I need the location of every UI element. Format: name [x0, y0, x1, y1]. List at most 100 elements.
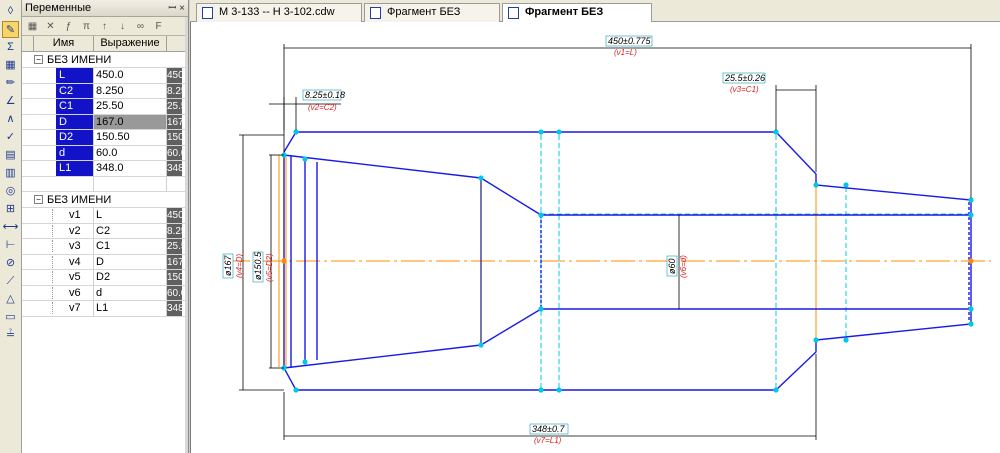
- variable-name-cell[interactable]: D2: [34, 130, 94, 145]
- variable-expr-cell[interactable]: 8.250: [94, 83, 167, 98]
- row-spacer: [22, 239, 34, 254]
- angle-tool-icon[interactable]: ∠: [2, 93, 19, 110]
- edit-tool-icon[interactable]: ✓: [2, 129, 19, 146]
- panel-pin-close-icon[interactable]: ꟷ ×: [168, 1, 185, 17]
- link-name: v7: [52, 302, 81, 314]
- panel-scrollbar[interactable]: [185, 17, 188, 453]
- function-icon[interactable]: ƒ: [61, 19, 76, 34]
- variable-name-cell[interactable]: L: [34, 68, 94, 83]
- group-header[interactable]: − БЕЗ ИМЕНИ: [22, 52, 188, 68]
- variable-row[interactable]: C28.2508.25: [22, 83, 188, 99]
- variable-expr-cell[interactable]: 60.0: [94, 145, 167, 160]
- pi-icon[interactable]: π: [79, 19, 94, 34]
- link-name: v6: [52, 286, 81, 299]
- link-expr-cell[interactable]: d: [94, 285, 167, 300]
- dim-bottom-value[interactable]: 348±0.7: [532, 424, 565, 434]
- variable-expr-cell[interactable]: 25.50: [94, 99, 167, 114]
- link-icon[interactable]: ∞: [133, 19, 148, 34]
- link-row[interactable]: v3 C125.5: [22, 239, 188, 255]
- dimension-tool-icon[interactable]: Σ: [2, 39, 19, 56]
- spec-tool-icon[interactable]: ▥: [2, 165, 19, 182]
- new-variable-icon[interactable]: ▦: [25, 19, 40, 34]
- dim-total-value[interactable]: 450±0.775: [608, 36, 651, 46]
- radial-dim-icon[interactable]: ⊘: [2, 255, 19, 272]
- link-expr-cell[interactable]: L1: [94, 301, 167, 316]
- dim-chamfer-value[interactable]: 8.25±0.18: [305, 90, 345, 100]
- shaft-drawing[interactable]: 450±0.775 (v1=L) 25.5±0.26 (v3=C1) 8.25±…: [191, 22, 1000, 453]
- report-tool-icon[interactable]: ◎: [2, 183, 19, 200]
- variable-name-cell[interactable]: d: [34, 145, 94, 160]
- variable-expr-cell[interactable]: 167.0: [94, 114, 167, 129]
- variable-name-cell[interactable]: C1: [34, 99, 94, 114]
- hatch-tool-icon[interactable]: ⟷: [2, 219, 19, 236]
- variable-expr-cell[interactable]: 450.0: [94, 68, 167, 83]
- empty-row[interactable]: [22, 176, 188, 192]
- link-row[interactable]: v1 L 450: [22, 208, 188, 224]
- variable-value-cell: 150: [167, 130, 182, 145]
- tab-fragment-2[interactable]: Фрагмент БЕЗ ИМЕНИ1: [502, 3, 652, 35]
- select-tool-icon[interactable]: ◊: [2, 3, 19, 20]
- variable-row[interactable]: D2 150.50 150: [22, 130, 188, 146]
- collapse-icon[interactable]: −: [34, 55, 43, 64]
- variable-expr-cell[interactable]: 348.0: [94, 161, 167, 176]
- link-name-cell[interactable]: v6: [34, 285, 94, 300]
- link-row[interactable]: v5 D2 150: [22, 270, 188, 286]
- link-row[interactable]: v6 d60.0: [22, 285, 188, 301]
- drawing-canvas[interactable]: 450±0.775 (v1=L) 25.5±0.26 (v3=C1) 8.25±…: [190, 22, 1000, 453]
- link-value-cell: 150: [167, 270, 182, 285]
- link-name-cell[interactable]: v5: [34, 270, 94, 285]
- link-expr-cell[interactable]: D2: [94, 270, 167, 285]
- triangle-tool-icon[interactable]: △: [2, 291, 19, 308]
- variable-name-cell[interactable]: D: [34, 114, 94, 129]
- variable-row[interactable]: L1 348.0 348: [22, 161, 188, 177]
- tab-fragment-1[interactable]: Фрагмент БЕЗ ИМЕНИ1: [364, 3, 500, 35]
- sign-tool-icon[interactable]: ≟: [2, 327, 19, 344]
- move-up-icon[interactable]: ↑: [97, 19, 112, 34]
- link-expr-cell[interactable]: D: [94, 254, 167, 269]
- dim-bottom-sub: (v7=L1): [534, 436, 562, 445]
- col-name-header[interactable]: Имя: [34, 36, 94, 51]
- link-name-cell[interactable]: v4: [34, 254, 94, 269]
- linear-dim-icon[interactable]: ⊢: [2, 237, 19, 254]
- link-name-cell[interactable]: v3: [34, 239, 94, 254]
- dim-dia167-value[interactable]: ø167: [223, 254, 233, 276]
- dim-step-value[interactable]: 25.5±0.26: [724, 73, 765, 83]
- variable-name-cell[interactable]: C2: [34, 83, 94, 98]
- measure-tool-icon[interactable]: ∧: [2, 111, 19, 128]
- link-name-cell[interactable]: v1: [34, 208, 94, 223]
- param-tool-icon[interactable]: ⊞: [2, 201, 19, 218]
- document-tool-icon[interactable]: ▤: [2, 147, 19, 164]
- grid-tool-icon[interactable]: ▦: [2, 57, 19, 74]
- link-name-cell[interactable]: v2: [34, 223, 94, 238]
- move-down-icon[interactable]: ↓: [115, 19, 130, 34]
- geometry-tool-icon[interactable]: ✎: [2, 21, 19, 38]
- recalc-icon[interactable]: F: [151, 19, 166, 34]
- variable-name-cell[interactable]: L1: [34, 161, 94, 176]
- link-row[interactable]: v4 D 167: [22, 254, 188, 270]
- collapse-icon[interactable]: −: [34, 195, 43, 204]
- variable-row[interactable]: C125.5025.5: [22, 99, 188, 115]
- link-expr-cell[interactable]: L: [94, 208, 167, 223]
- drawing-icon: [202, 7, 213, 19]
- variable-expr-cell[interactable]: 150.50: [94, 130, 167, 145]
- variable-row[interactable]: L 450.0 450: [22, 68, 188, 84]
- dim-dia60-value[interactable]: ø60: [667, 258, 677, 274]
- angular-dim-icon[interactable]: ⟋: [2, 273, 19, 290]
- dim-dia150-value[interactable]: ø150.5: [253, 251, 263, 280]
- panel-title: Переменные ꟷ ×: [22, 0, 188, 17]
- group-header[interactable]: − БЕЗ ИМЕНИ: [22, 192, 188, 208]
- dim-dia60-sub: (v6=d): [679, 255, 688, 278]
- tab-cdw[interactable]: М 3-133 -- Н 3-102.cdw: [196, 3, 362, 22]
- delete-variable-icon[interactable]: ✕: [43, 19, 58, 34]
- link-row[interactable]: v7 L1 348: [22, 301, 188, 317]
- variable-value-cell: 8.25: [167, 83, 182, 98]
- variable-row[interactable]: d60.060.0: [22, 145, 188, 161]
- variable-row[interactable]: D 167.0 167: [22, 114, 188, 130]
- view-tool-icon[interactable]: ▭: [2, 309, 19, 326]
- col-expr-header[interactable]: Выражение: [94, 36, 167, 51]
- pencil-tool-icon[interactable]: ✏: [2, 75, 19, 92]
- link-row[interactable]: v2 C28.25: [22, 223, 188, 239]
- link-name-cell[interactable]: v7: [34, 301, 94, 316]
- link-expr-cell[interactable]: C2: [94, 223, 167, 238]
- link-expr-cell[interactable]: C1: [94, 239, 167, 254]
